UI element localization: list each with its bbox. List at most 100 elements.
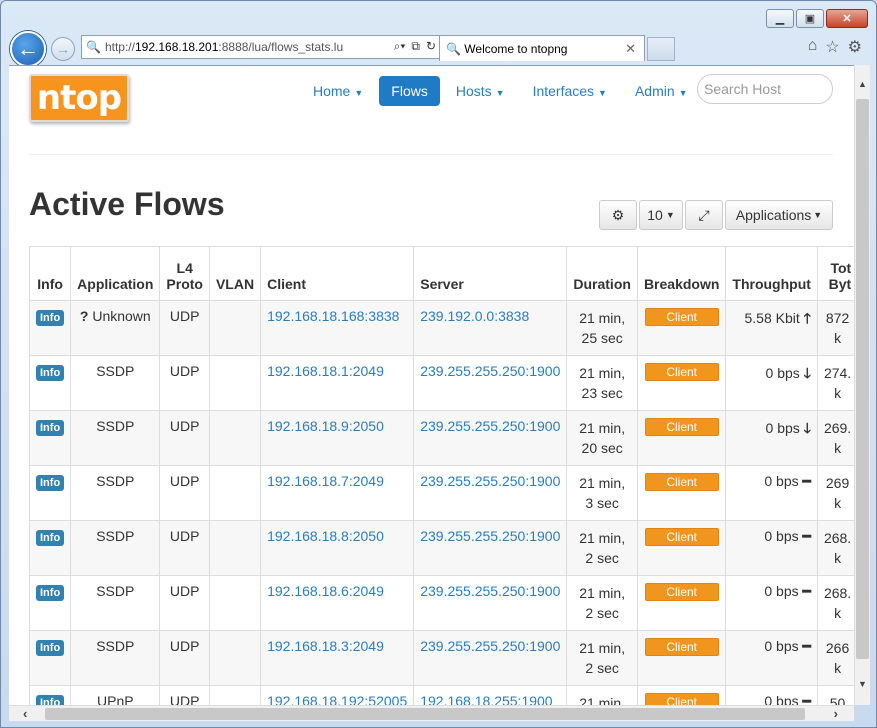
info-button[interactable]: Info (36, 640, 65, 656)
caret-down-icon: ▼ (665, 210, 675, 220)
info-button[interactable]: Info (36, 310, 65, 326)
menu-admin[interactable]: Admin ▼ (623, 76, 700, 106)
col-throughput[interactable]: Throughput (725, 246, 818, 301)
duration-sec: 2 sec (585, 605, 619, 621)
new-tab-button[interactable] (647, 37, 675, 61)
menu-home[interactable]: Home ▼ (301, 76, 375, 106)
throughput-value: 0 bps (764, 693, 799, 705)
bytes-value: 268. (823, 585, 852, 601)
cell-server: 239.255.255.250:1900 (413, 465, 568, 521)
home-icon[interactable]: ⌂ (808, 37, 818, 57)
page-size-dropdown[interactable]: 10 ▼ (639, 200, 683, 230)
col-total-bytes[interactable]: Tot Byt (816, 246, 854, 301)
scroll-down-icon[interactable]: ▼ (858, 679, 867, 689)
compat-view-icon[interactable]: ⧉ (411, 39, 420, 54)
cell-server: 239.255.255.250:1900 (413, 355, 568, 411)
cell-duration: 21 min,15 sec (566, 685, 638, 705)
col-vlan[interactable]: VLAN (208, 246, 262, 301)
server-link[interactable]: 239.255.255.250:1900 (420, 583, 560, 599)
menu-flows[interactable]: Flows (379, 76, 440, 106)
page-content: ntop Home ▼ Flows Hosts ▼ Interfaces ▼ Admi… (9, 65, 854, 705)
col-info[interactable]: Info (28, 246, 72, 301)
refresh-icon[interactable]: ↻ (426, 39, 436, 54)
fullscreen-button[interactable]: ⤢ (685, 200, 723, 230)
server-link[interactable]: 239.192.0.0:3838 (420, 308, 529, 324)
cell-client: 192.168.18.9:2050 (260, 410, 415, 466)
server-link[interactable]: 239.255.255.250:1900 (420, 528, 560, 544)
search-host-input[interactable]: Search Host (697, 74, 833, 104)
cell-duration: 21 min, 2 sec (566, 630, 638, 686)
client-link[interactable]: 192.168.18.9:2050 (267, 418, 384, 434)
info-button[interactable]: Info (36, 365, 65, 381)
gear-icon: ⚙ (611, 206, 625, 223)
scroll-right-icon[interactable]: › (834, 706, 838, 721)
close-window-button[interactable]: ✕ (826, 9, 868, 28)
col-l4-proto[interactable]: L4 Proto (159, 246, 210, 301)
cell-application: UPnP (70, 685, 161, 705)
horizontal-scrollbar[interactable]: ‹ › (9, 705, 854, 721)
favorites-star-icon[interactable]: ☆ (825, 37, 839, 57)
col-server[interactable]: Server (413, 246, 568, 301)
server-link[interactable]: 239.255.255.250:1900 (420, 473, 560, 489)
duration-sec: 25 sec (581, 330, 623, 346)
expand-icon: ⤢ (698, 206, 710, 223)
search-dropdown-icon[interactable]: ⌕▾ (394, 39, 406, 54)
scroll-up-icon[interactable]: ▲ (858, 79, 867, 89)
cell-throughput: 0 bps ━ (725, 465, 818, 521)
vertical-scroll-thumb[interactable] (856, 99, 869, 659)
cell-total-bytes: 269 k (816, 465, 854, 521)
col-duration[interactable]: Duration (566, 246, 638, 301)
client-link[interactable]: 192.168.18.6:2049 (267, 583, 384, 599)
bytes-unit: k (834, 550, 842, 566)
col-l4-line1: L4 (176, 260, 193, 276)
info-button[interactable]: Info (36, 585, 65, 601)
caret-down-icon: ▼ (495, 88, 505, 98)
bytes-unit: k (834, 495, 842, 511)
duration-min: 21 min, (579, 695, 626, 705)
info-button[interactable]: Info (36, 530, 65, 546)
info-button[interactable]: Info (36, 420, 65, 436)
col-client[interactable]: Client (260, 246, 415, 301)
col-application[interactable]: Application (70, 246, 161, 301)
client-link[interactable]: 192.168.18.168:3838 (267, 308, 399, 324)
info-button[interactable]: Info (36, 695, 65, 705)
cell-throughput: 5.58 Kbit 🡑 (725, 300, 818, 356)
info-button[interactable]: Info (36, 475, 65, 491)
server-link[interactable]: 239.255.255.250:1900 (420, 638, 560, 654)
header-divider (29, 154, 833, 155)
tab-close-icon[interactable]: ✕ (625, 41, 636, 57)
address-bar-icons: ⌕▾ ⧉ ↻ (389, 39, 436, 54)
server-link[interactable]: 239.255.255.250:1900 (420, 418, 560, 434)
vertical-scrollbar[interactable]: ▲ ▼ (854, 65, 870, 705)
menu-hosts[interactable]: Hosts ▼ (444, 76, 517, 106)
menu-interfaces[interactable]: Interfaces ▼ (521, 76, 619, 106)
horizontal-scroll-thumb[interactable] (45, 708, 805, 720)
forward-button[interactable]: → (51, 37, 75, 61)
client-link[interactable]: 192.168.18.8:2050 (267, 528, 384, 544)
address-bar[interactable]: 🔍 http://192.168.18.201:8888/lua/flows_s… (81, 35, 441, 59)
tab-welcome[interactable]: 🔍 Welcome to ntopng ✕ (439, 35, 645, 61)
ntop-logo[interactable]: ntop (29, 74, 129, 122)
client-link[interactable]: 192.168.18.1:2049 (267, 363, 384, 379)
applications-dropdown[interactable]: Applications ▼ (725, 200, 833, 230)
settings-gear-icon[interactable]: ⚙ (848, 37, 862, 57)
bytes-unit: k (834, 660, 842, 676)
bytes-unit: k (834, 330, 842, 346)
bytes-value: 269 (825, 475, 850, 491)
server-link[interactable]: 192.168.18.255:1900 (420, 693, 552, 705)
back-button[interactable]: ← (10, 31, 46, 67)
question-icon: ? (79, 308, 89, 324)
breakdown-bar: Client (644, 473, 719, 491)
minimize-button[interactable]: ▁ (766, 9, 794, 28)
settings-button[interactable]: ⚙ (599, 200, 637, 230)
cell-server: 192.168.18.255:1900 (413, 685, 568, 705)
scroll-left-icon[interactable]: ‹ (23, 706, 27, 721)
cell-client: 192.168.18.3:2049 (260, 630, 415, 686)
client-link[interactable]: 192.168.18.192:52005 (267, 693, 407, 705)
server-link[interactable]: 239.255.255.250:1900 (420, 363, 560, 379)
client-link[interactable]: 192.168.18.7:2049 (267, 473, 384, 489)
maximize-button[interactable]: ▣ (796, 9, 824, 28)
col-breakdown[interactable]: Breakdown (636, 246, 727, 301)
client-link[interactable]: 192.168.18.3:2049 (267, 638, 384, 654)
trend-icon: ━ (802, 583, 811, 599)
